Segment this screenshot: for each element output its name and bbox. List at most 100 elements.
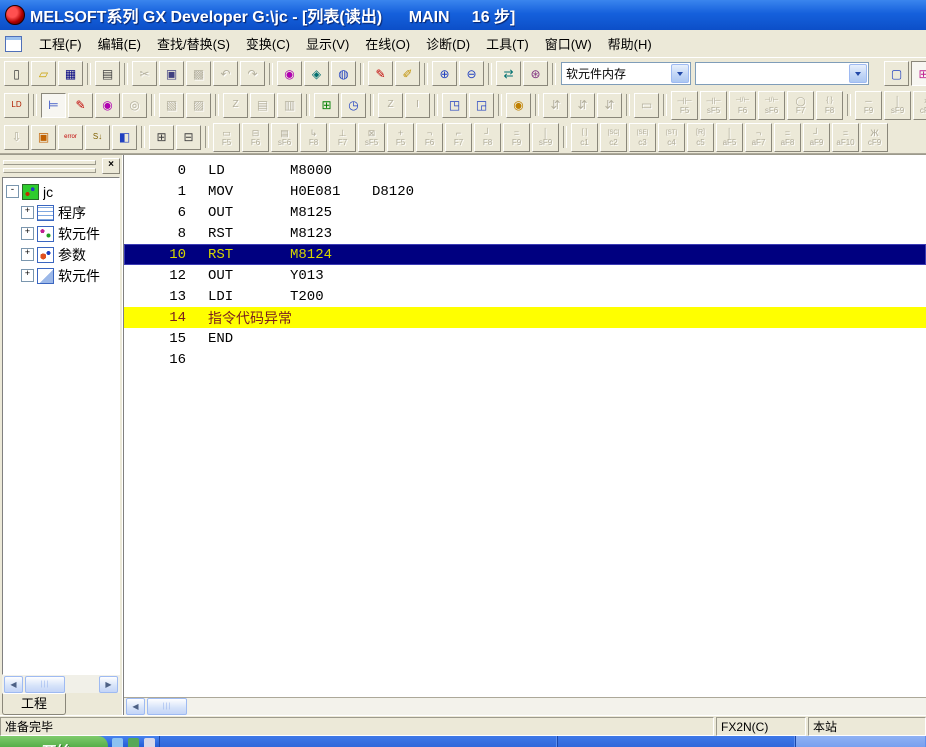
menu-help[interactable]: 帮助(H) (600, 31, 660, 57)
monitor-write-mode-button[interactable]: ◎ (122, 93, 147, 118)
print-button[interactable]: ▤ (95, 61, 120, 86)
corner-nw-button[interactable]: ⌐F7 (445, 123, 472, 152)
list-horizontal-scrollbar[interactable]: ◀ ||| (124, 697, 926, 715)
horizontal-line-button[interactable]: ─F9 (855, 91, 882, 120)
rung-lines-box-button[interactable]: ▤sF6 (271, 123, 298, 152)
panel-drag-handle[interactable] (3, 160, 96, 173)
menu-find-replace[interactable]: 查找/替换(S) (149, 31, 238, 57)
double-line3-button[interactable]: =aF10 (832, 123, 859, 152)
bracket-button[interactable]: [ ]c1 (571, 123, 598, 152)
list-row[interactable]: 10RSTM8124 (124, 244, 926, 265)
menu-diagnostics[interactable]: 诊断(D) (418, 31, 478, 57)
list-row[interactable]: 6OUTM8125 (124, 202, 926, 223)
double-line2-button[interactable]: =aF8 (774, 123, 801, 152)
parallel-open-contact-button[interactable]: ⊣⊢sF5 (700, 91, 727, 120)
coil-button[interactable]: ◯F7 (787, 91, 814, 120)
monitor-window-button[interactable]: ⊞ (314, 93, 339, 118)
find-device-button[interactable]: ◉ (277, 61, 302, 86)
corner-ne2-button[interactable]: ¬aF7 (745, 123, 772, 152)
scroll-left-icon[interactable]: ◀ (126, 698, 145, 715)
vertical-line3-button[interactable]: │aF5 (716, 123, 743, 152)
double-line-button[interactable]: =F9 (503, 123, 530, 152)
list-row[interactable]: 16 (124, 349, 926, 370)
close-panel-button[interactable]: × (102, 158, 120, 174)
corner-se-button[interactable]: ┘F8 (474, 123, 501, 152)
list-row[interactable]: 1MOVH0E081D8120 (124, 181, 926, 202)
box-cross-button[interactable]: ⊠sF5 (358, 123, 385, 152)
tree-item-program[interactable]: +程序 (3, 202, 119, 223)
corner-se2-button[interactable]: ┘aF9 (803, 123, 830, 152)
display-switch-button[interactable]: ◧ (112, 125, 137, 150)
list-row[interactable]: 8RSTM8123 (124, 223, 926, 244)
quick-launch-icon[interactable] (112, 738, 123, 747)
menu-project[interactable]: 工程(F) (31, 31, 90, 57)
rung-box-button[interactable]: ▭F5 (213, 123, 240, 152)
list-row[interactable]: 0LDM8000 (124, 160, 926, 181)
device-name-combo[interactable] (695, 62, 869, 85)
ladder-mode-button[interactable]: LD (4, 93, 29, 118)
paste-button[interactable]: ▩ (186, 61, 211, 86)
menu-online[interactable]: 在线(O) (357, 31, 418, 57)
menu-convert[interactable]: 变换(C) (238, 31, 298, 57)
list-row[interactable]: 14指令代码异常 (124, 307, 926, 328)
sort-by-step-button[interactable]: S↓ (85, 125, 110, 150)
expand-icon[interactable]: + (21, 206, 34, 219)
expand-icon[interactable]: + (21, 269, 34, 282)
chevron-down-icon[interactable] (671, 64, 689, 83)
step-write-button[interactable]: ⇩ (4, 125, 29, 150)
taskbar-task-button[interactable] (159, 736, 557, 747)
monitor-test-button[interactable]: ⇵ (597, 93, 622, 118)
remote-stop-button[interactable]: ▨ (186, 93, 211, 118)
grid-display-button[interactable]: ⊞ (149, 125, 174, 150)
scroll-left-icon[interactable]: ◀ (4, 676, 23, 693)
monitor-stop-button[interactable]: ⇵ (570, 93, 595, 118)
application-instruction-button[interactable]: { }F8 (816, 91, 843, 120)
find-string-button[interactable]: ◍ (331, 61, 356, 86)
line-insert-button[interactable]: ✎ (368, 61, 393, 86)
project-data-list-button[interactable]: ⊞ (911, 61, 926, 86)
device-memory-combo[interactable]: 软元件内存 (561, 62, 691, 85)
menu-edit[interactable]: 编辑(E) (90, 31, 149, 57)
tree-horizontal-scrollbar[interactable]: ◀ ||| ▶ (2, 675, 120, 693)
list-row[interactable]: 12OUTY013 (124, 265, 926, 286)
list-tree-button[interactable]: ⊟ (176, 125, 201, 150)
vertical-line2-button[interactable]: │sF9 (532, 123, 559, 152)
open-project-button[interactable]: ▱ (31, 61, 56, 86)
tab-project[interactable]: 工程 (2, 693, 66, 715)
remote-run-button[interactable]: ▧ (159, 93, 184, 118)
help-search-button[interactable]: ◉ (506, 93, 531, 118)
zoom-in-button[interactable]: ⊕ (432, 61, 457, 86)
redo-button[interactable]: ↷ (240, 61, 265, 86)
note-button[interactable]: I (405, 93, 430, 118)
zoom-out-button[interactable]: ⊖ (459, 61, 484, 86)
convert-check-button[interactable]: ▥ (277, 93, 302, 118)
quick-launch-icon[interactable] (144, 738, 155, 747)
line-delete-button[interactable]: ✐ (395, 61, 420, 86)
copy-button[interactable]: ▣ (159, 61, 184, 86)
convert-run-button[interactable]: ▤ (250, 93, 275, 118)
list-row[interactable]: 13LDIT200 (124, 286, 926, 307)
monitor-mode-button[interactable]: ◉ (95, 93, 120, 118)
start-button[interactable]: 开始 (0, 736, 108, 747)
sc-instruction-button[interactable]: [SC]c2 (600, 123, 627, 152)
r-instruction-button[interactable]: [R]c5 (687, 123, 714, 152)
read-mode-button[interactable]: ⊨ (41, 93, 66, 118)
menu-view[interactable]: 显示(V) (298, 31, 357, 57)
expand-icon[interactable]: + (21, 248, 34, 261)
se-instruction-button[interactable]: [SE]c3 (629, 123, 656, 152)
cut-button[interactable]: ✂ (132, 61, 157, 86)
corner-ne-button[interactable]: ¬F6 (416, 123, 443, 152)
convert-button[interactable]: Z (223, 93, 248, 118)
open-contact-button[interactable]: ⊣⊢F5 (671, 91, 698, 120)
collapse-icon[interactable]: - (6, 185, 19, 198)
entry-data-monitor-button[interactable]: ▭ (634, 93, 659, 118)
tree-scroll-thumb[interactable]: ||| (25, 676, 65, 693)
menu-window[interactable]: 窗口(W) (537, 31, 600, 57)
vertical-line-button[interactable]: │sF9 (884, 91, 911, 120)
chevron-down-icon[interactable] (849, 64, 867, 83)
closed-contact-button[interactable]: ⊣/⊢F6 (729, 91, 756, 120)
find-instruction-button[interactable]: ◈ (304, 61, 329, 86)
open-comment-window-button[interactable]: ◲ (469, 93, 494, 118)
mdi-child-icon[interactable] (5, 36, 22, 52)
jump-symbol-button[interactable]: ↳F8 (300, 123, 327, 152)
